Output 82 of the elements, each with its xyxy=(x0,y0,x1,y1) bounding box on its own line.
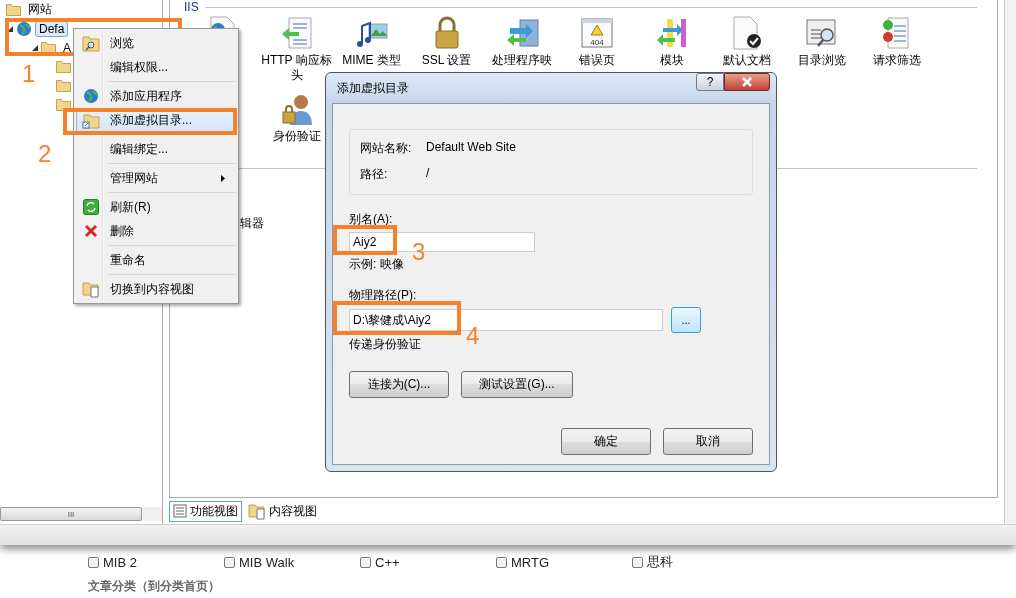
field-label: 物理路径(P): xyxy=(349,287,417,304)
step-number: 2 xyxy=(38,140,52,168)
feature-label: 请求筛选 xyxy=(871,53,922,68)
feature-item[interactable]: 处理程序映 xyxy=(484,16,559,90)
checkbox[interactable] xyxy=(224,556,235,568)
menu-item[interactable]: 重命名 xyxy=(76,248,236,272)
user-lock-icon xyxy=(279,92,314,126)
tree-item[interactable]: A xyxy=(59,39,75,56)
feature-item[interactable]: 身份验证 xyxy=(259,92,334,160)
menu-item[interactable]: 编辑权限... xyxy=(76,55,236,79)
step-number: 1 xyxy=(22,60,36,88)
menu-item[interactable]: 刷新(R) xyxy=(76,195,236,219)
checkbox-option[interactable]: MIB 2 xyxy=(88,553,224,571)
checkbox[interactable] xyxy=(632,556,643,568)
menu-item[interactable]: 删除 xyxy=(76,219,236,243)
feature-label: 默认文档 xyxy=(721,53,772,68)
folder-document-icon xyxy=(82,280,100,298)
ok-button[interactable]: 确定 xyxy=(561,428,651,455)
menu-item[interactable]: 管理网站 xyxy=(76,166,236,190)
feature-label: 处理程序映 xyxy=(490,53,553,68)
highlight-frame xyxy=(333,225,397,255)
section-title: IIS xyxy=(184,0,199,14)
checkbox-option[interactable]: C++ xyxy=(360,553,496,571)
menu-item[interactable]: 添加应用程序 xyxy=(76,84,236,108)
checkbox-option[interactable]: MRTG xyxy=(496,553,632,571)
feature-label: SSL 设置 xyxy=(420,53,473,68)
folder-icon xyxy=(41,41,56,54)
padlock-icon xyxy=(432,16,461,50)
feature-label: 目录浏览 xyxy=(796,53,847,68)
checkbox-option[interactable]: 思科 xyxy=(632,553,768,571)
feature-item[interactable]: HTTP 响应标头 xyxy=(259,16,334,90)
test-settings-button[interactable]: 测试设置(G)... xyxy=(461,371,573,398)
checkbox[interactable] xyxy=(496,556,507,568)
feature-label: 错误页 xyxy=(577,53,616,68)
folder-icon xyxy=(56,60,71,73)
category-heading: 文章分类（到分类首页） xyxy=(88,578,220,595)
site-path: / xyxy=(426,166,430,182)
feature-label: 模块 xyxy=(658,53,685,68)
cancel-button[interactable]: 取消 xyxy=(663,428,753,455)
warning-window-icon: 404 xyxy=(579,16,614,50)
feature-label: MIME 类型 xyxy=(341,53,402,68)
tree-item[interactable]: 网站 xyxy=(24,0,56,19)
expand-arrow-icon[interactable] xyxy=(7,25,13,32)
dialog-title: 添加虚拟目录 xyxy=(336,79,410,97)
pass-through-label: 传递身份验证 xyxy=(349,336,421,353)
folder-document-icon xyxy=(248,502,266,521)
feature-item[interactable]: 请求筛选 xyxy=(859,16,934,90)
menu-item[interactable]: 浏览 xyxy=(76,31,236,55)
refresh-icon xyxy=(83,199,99,215)
help-button[interactable]: ? xyxy=(696,73,724,91)
close-button[interactable] xyxy=(724,73,770,91)
site-name: Default Web Site xyxy=(426,140,516,156)
example-text: 示例: 映像 xyxy=(349,256,404,273)
checkbox[interactable] xyxy=(360,556,371,568)
feature-item[interactable]: 404 错误页 xyxy=(559,16,634,90)
menu-item[interactable]: 编辑绑定... xyxy=(76,137,236,161)
browse-button[interactable]: ... xyxy=(671,307,701,333)
connect-as-button[interactable]: 连接为(C)... xyxy=(349,371,449,398)
folder-icon xyxy=(6,3,21,16)
feature-item[interactable]: 目录浏览 xyxy=(784,16,859,90)
close-icon xyxy=(741,77,753,87)
feature-label: HTTP 响应标头 xyxy=(260,53,333,83)
checkbox-option[interactable]: MIB Walk xyxy=(224,553,360,571)
scrollbar-thumb[interactable]: III xyxy=(0,507,142,522)
field-label: 网站名称: xyxy=(360,140,412,157)
checkbox[interactable] xyxy=(88,556,99,568)
feature-label: 身份验证 xyxy=(271,129,322,144)
list-icon xyxy=(173,504,187,519)
folder-icon xyxy=(56,98,71,111)
delete-icon xyxy=(84,224,98,238)
expand-arrow-icon[interactable] xyxy=(32,44,38,51)
folder-magnifier-icon xyxy=(82,34,100,52)
globe-icon xyxy=(83,88,99,104)
menu-item[interactable]: 切换到内容视图 xyxy=(76,277,236,301)
folder-shortcut-icon xyxy=(82,111,100,129)
folder-icon xyxy=(56,79,71,92)
feature-label: 辑器 xyxy=(240,215,264,232)
feature-item[interactable]: SSL 设置 xyxy=(409,16,484,90)
field-label: 路径: xyxy=(360,166,388,183)
field-label: 别名(A): xyxy=(349,211,393,228)
globe-icon xyxy=(16,20,32,37)
view-tab[interactable]: 功能视图 xyxy=(169,500,242,522)
